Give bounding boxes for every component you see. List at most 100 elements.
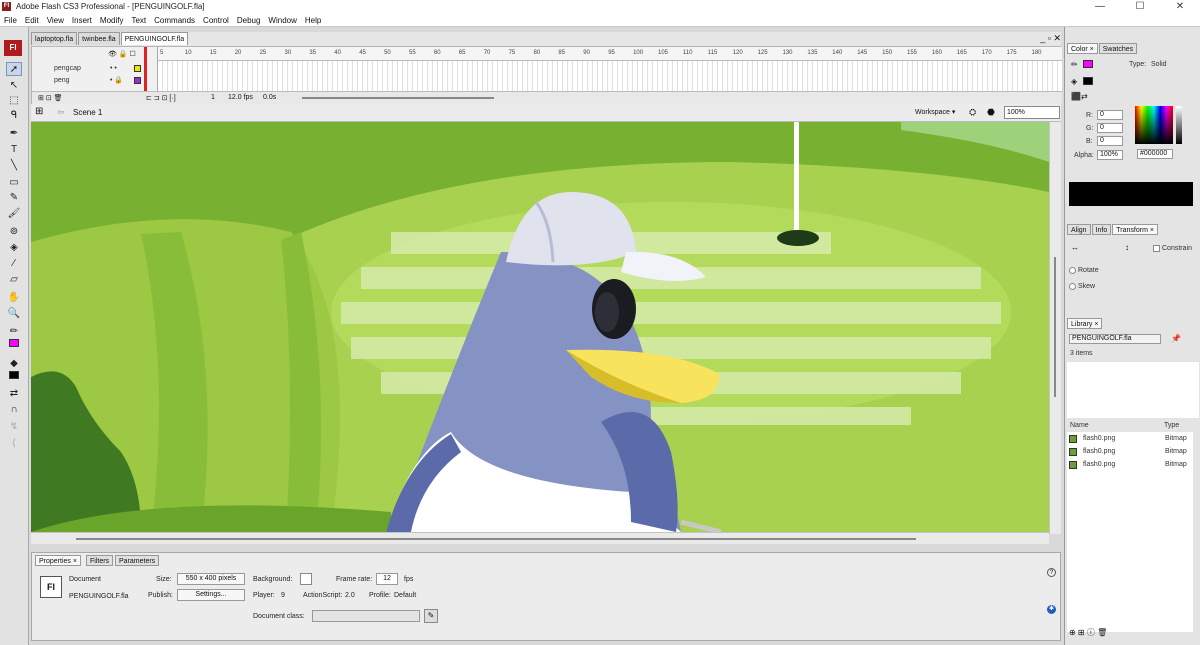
brush-tool-icon[interactable]: 🖌 (6, 207, 22, 221)
alpha-input[interactable]: 100% (1097, 150, 1123, 160)
menu-text[interactable]: Text (127, 14, 150, 27)
ink-bottle-tool-icon[interactable]: ⊚ (6, 225, 22, 239)
library-footer-icons[interactable]: ⊕ ⊞ ⓘ 🗑 (1069, 627, 1107, 638)
tab-filters[interactable]: Filters (86, 555, 114, 566)
library-col-name[interactable]: Name (1070, 422, 1089, 429)
text-tool-icon[interactable]: T (6, 143, 22, 157)
stage-vertical-scrollbar[interactable] (1049, 122, 1061, 534)
frame-grid[interactable] (158, 61, 1062, 91)
eraser-tool-icon[interactable]: ▱ (6, 273, 22, 287)
close-button[interactable]: ✕ (1160, 0, 1200, 14)
background-color-swatch[interactable] (300, 573, 312, 585)
green-input[interactable]: 0 (1097, 123, 1123, 133)
skew-radio[interactable] (1069, 283, 1076, 290)
zoom-tool-icon[interactable]: 🔍 (6, 307, 22, 321)
layer-buttons-icons[interactable]: ⊞ ⊡ 🗑 (38, 94, 63, 102)
pen-tool-icon[interactable]: ✒ (6, 127, 22, 141)
menu-debug[interactable]: Debug (233, 14, 265, 27)
fill-color-swatch[interactable] (1083, 77, 1093, 85)
straighten-icon[interactable]: ⟨ (6, 437, 22, 451)
workspace-menu[interactable]: Workspace ▾ (915, 108, 955, 116)
blue-input[interactable]: 0 (1097, 136, 1123, 146)
document-window-controls[interactable]: _ ▫ ✕ (1040, 33, 1061, 44)
menu-window[interactable]: Window (264, 14, 300, 27)
rectangle-tool-icon[interactable]: ▭ (6, 176, 22, 190)
fill-bucket-icon[interactable]: ◈ (1071, 77, 1077, 86)
frame-ruler[interactable]: 5 10 15 20 25 30 35 40 45 50 55 60 65 70 75 80 85 90 95 100… (158, 47, 1062, 61)
pencil-tool-icon[interactable]: ✎ (6, 191, 22, 205)
selection-tool-icon[interactable]: ➚ (6, 62, 22, 76)
minimize-button[interactable]: — (1080, 0, 1120, 14)
size-button[interactable]: 550 x 400 pixels (177, 573, 245, 585)
tab-laptoptop[interactable]: laptoptop.fla (31, 32, 78, 45)
scene-breadcrumb[interactable]: Scene 1 (73, 108, 102, 117)
swap-colors-icon[interactable]: ⬛⇄ (1071, 92, 1088, 101)
scroll-thumb[interactable] (76, 538, 916, 540)
edit-scene-icon[interactable]: ⛭ (969, 107, 976, 118)
menu-view[interactable]: View (43, 14, 68, 27)
tab-penguingolf[interactable]: PENGUINGOLF.fla (120, 32, 189, 45)
layer-outline-color[interactable] (134, 65, 141, 72)
edit-symbol-icon[interactable]: ⬣ (987, 107, 995, 118)
library-item[interactable]: flash0.png Bitmap (1069, 434, 1193, 446)
publish-settings-button[interactable]: Settings... (177, 589, 245, 601)
subselection-tool-icon[interactable]: ↖ (6, 79, 22, 93)
tab-library[interactable]: Library × (1067, 318, 1103, 329)
fill-color-icon[interactable]: ◆ (6, 357, 22, 371)
tab-parameters[interactable]: Parameters (115, 555, 160, 566)
zoom-select[interactable]: 100% (1004, 106, 1060, 119)
type-select[interactable]: Solid (1151, 61, 1167, 68)
layer-visibility-dots[interactable]: • 🔒 (110, 75, 123, 87)
tab-properties[interactable]: Properties × (35, 555, 81, 566)
stage[interactable] (31, 122, 1049, 532)
library-file-select[interactable]: PENGUINGOLF.fla (1069, 334, 1161, 344)
tab-transform[interactable]: Transform × (1112, 224, 1158, 235)
stroke-color-swatch[interactable] (9, 339, 19, 347)
menu-edit[interactable]: Edit (21, 14, 43, 27)
menu-insert[interactable]: Insert (68, 14, 96, 27)
smooth-icon[interactable]: ↯ (6, 420, 22, 434)
swap-colors-icon[interactable]: ⇄ (6, 387, 22, 401)
fill-color-swatch[interactable] (9, 371, 19, 379)
tab-align[interactable]: Align (1067, 224, 1091, 235)
constrain-checkbox[interactable] (1153, 245, 1160, 252)
scroll-thumb[interactable] (1054, 257, 1056, 397)
timeline-scrollbar[interactable] (302, 97, 494, 99)
maximize-button[interactable]: ☐ (1120, 0, 1160, 14)
stroke-pencil-icon[interactable]: ✏ (1071, 60, 1078, 69)
layer-outline-color[interactable] (134, 77, 141, 84)
menu-control[interactable]: Control (199, 14, 233, 27)
hand-tool-icon[interactable]: ✋ (6, 291, 22, 305)
layer-visibility-dots[interactable]: • • (110, 63, 117, 75)
frame-rate-input[interactable]: 12 (376, 573, 398, 585)
eyedropper-tool-icon[interactable]: ⁄ (6, 257, 22, 271)
paint-bucket-tool-icon[interactable]: ◈ (6, 241, 22, 255)
red-input[interactable]: 0 (1097, 110, 1123, 120)
onion-skin-icons[interactable]: ⊏ ⊐ ⊡ [·] (146, 94, 176, 102)
back-arrow-icon[interactable]: ⇦ (57, 107, 65, 118)
menu-help[interactable]: Help (301, 14, 325, 27)
tab-twinbee[interactable]: twinbee.fla (78, 32, 120, 45)
library-item[interactable]: flash0.png Bitmap (1069, 460, 1193, 472)
layer-row[interactable]: pengcap • • (32, 63, 158, 75)
stage-horizontal-scrollbar[interactable] (31, 532, 1049, 544)
rotate-radio[interactable] (1069, 267, 1076, 274)
menu-commands[interactable]: Commands (150, 14, 199, 27)
lasso-tool-icon[interactable]: ᑫ (6, 109, 22, 123)
library-col-type[interactable]: Type (1164, 422, 1179, 429)
document-class-input[interactable] (312, 610, 420, 622)
menu-file[interactable]: File (0, 14, 21, 27)
stroke-color-icon[interactable]: ✏ (6, 325, 22, 339)
line-tool-icon[interactable]: ╲ (6, 159, 22, 173)
stroke-color-swatch[interactable] (1083, 60, 1093, 68)
accessibility-icon[interactable]: ✱ (1047, 605, 1056, 614)
tab-color[interactable]: Color × (1067, 43, 1098, 54)
brightness-slider[interactable] (1176, 106, 1182, 144)
edit-pencil-icon[interactable]: ✎ (424, 609, 438, 623)
tab-info[interactable]: Info (1091, 224, 1112, 235)
help-icon[interactable]: ? (1047, 568, 1056, 577)
hex-input[interactable]: #000000 (1137, 149, 1173, 159)
layer-row[interactable]: peng • 🔒 (32, 75, 158, 87)
pin-library-icon[interactable]: 📌 (1171, 334, 1181, 343)
snap-to-objects-icon[interactable]: ∩ (6, 403, 22, 417)
